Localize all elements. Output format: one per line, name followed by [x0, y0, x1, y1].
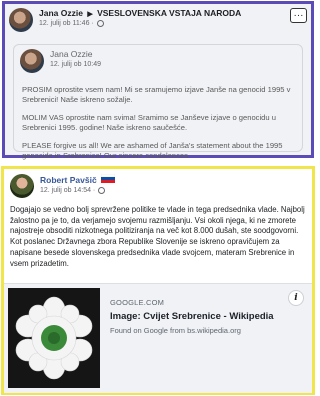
share-arrow-icon: ▶: [87, 11, 93, 18]
slovenia-flag-icon: [100, 173, 116, 185]
post-card-robert-pavsic: Robert Pavšič 12. julij ob 14:54 · Dogaj…: [1, 166, 315, 395]
post-paragraph: Dogajajo se vedno bolj sprevržene politi…: [10, 205, 305, 236]
shared-author-name[interactable]: Jana Ozzie: [50, 49, 101, 59]
shared-post[interactable]: Jana Ozzie 12. julij ob 10:49 PROSIM opr…: [13, 44, 303, 160]
link-description: Found on Google from bs.wikipedia.org: [110, 326, 241, 335]
link-preview[interactable]: GOOGLE.COM Image: Cvijet Srebrenice - Wi…: [4, 283, 312, 393]
post-header: Jana Ozzie ▶ VSESLOVENSKA VSTAJA NARODA …: [9, 8, 241, 32]
link-title[interactable]: Image: Cvijet Srebrenice - Wikipedia: [110, 311, 274, 322]
avatar[interactable]: [10, 174, 34, 198]
avatar[interactable]: [20, 49, 44, 73]
post-timestamp[interactable]: 12. julij ob 11:46 ·: [39, 20, 94, 27]
author-name[interactable]: Jana Ozzie: [39, 8, 83, 18]
paragraph-bosnian: MOLIM VAS oprostite nam svima! Sramimo s…: [22, 113, 276, 132]
globe-icon: [98, 187, 106, 194]
post-meta: 12. julij ob 14:54 ·: [40, 187, 115, 194]
author-name[interactable]: Robert Pavšič: [40, 175, 97, 185]
link-domain: GOOGLE.COM: [110, 298, 165, 307]
shared-post-header: Jana Ozzie 12. julij ob 10:49: [20, 49, 101, 73]
shared-post-body: PROSIM oprostite vsem nam! Mi se sramuje…: [22, 85, 296, 169]
post-meta: 12. julij ob 11:46 ·: [39, 20, 241, 27]
post-header: Robert Pavšič 12. julij ob 14:54 ·: [10, 173, 116, 198]
shared-post-timestamp[interactable]: 12. julij ob 10:49: [50, 61, 101, 68]
link-thumbnail[interactable]: [8, 288, 100, 388]
globe-icon: [96, 20, 104, 27]
avatar[interactable]: [9, 8, 33, 32]
author-line: Robert Pavšič: [40, 173, 116, 185]
shared-post-meta: 12. julij ob 10:49: [50, 61, 101, 68]
post-body: Dogajajo se vedno bolj sprevržene politi…: [10, 205, 310, 269]
group-name[interactable]: VSESLOVENSKA VSTAJA NARODA: [97, 8, 241, 18]
paragraph-slovenian: PROSIM oprostite vsem nam! Mi se sramuje…: [22, 85, 291, 104]
author-line: Jana Ozzie ▶ VSESLOVENSKA VSTAJA NARODA: [39, 8, 241, 18]
more-options-button[interactable]: ···: [290, 8, 307, 23]
srebrenica-flower-image: [15, 296, 93, 380]
post-card-jana-ozzie: Jana Ozzie ▶ VSESLOVENSKA VSTAJA NARODA …: [2, 1, 314, 160]
post-timestamp[interactable]: 12. julij ob 14:54 ·: [40, 187, 95, 194]
info-icon[interactable]: i: [288, 290, 304, 306]
post-paragraph: Kot poslanec Državnega zbora Republike S…: [10, 237, 295, 268]
paragraph-english: PLEASE forgive us all! We are ashamed of…: [22, 141, 283, 160]
